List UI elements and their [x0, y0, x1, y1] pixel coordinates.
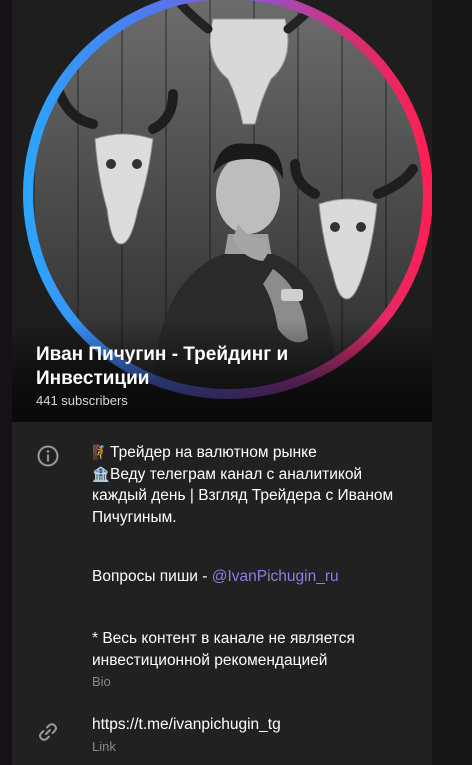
channel-title: Иван Пичугин - Трейдинг и Инвестиции [36, 343, 336, 391]
subscriber-count: 441 subscribers [36, 393, 128, 408]
bank-emoji-icon: 🏦 [92, 466, 110, 482]
background-right-strip [432, 0, 472, 765]
bio-line-2-text: Веду телеграм канал с аналитикой [110, 466, 363, 483]
bio-line-1: 🧗Трейдер на валютном рынке [92, 441, 317, 464]
username-mention-link[interactable]: @IvanPichugin_ru [212, 568, 339, 585]
bio-line-2: 🏦Веду телеграм канал с аналитикой [92, 463, 362, 486]
channel-link-url[interactable]: https://t.me/ivanpichugin_tg [92, 714, 281, 736]
bio-disclaimer-line-1: * Весь контент в канале не является [92, 630, 355, 647]
bio-disclaimer-line-2: инвестиционной рекомендацией [92, 652, 328, 669]
bio-questions-line: Вопросы пиши - @IvanPichugin_ru [92, 566, 339, 588]
bio-line-4: Пичугиным. [92, 509, 177, 526]
channel-title-line2: Инвестиции [36, 368, 150, 389]
info-section: 🧗Трейдер на валютном рынке 🏦Веду телегра… [12, 422, 432, 765]
link-label: Link [92, 739, 116, 754]
bio-questions-text: Вопросы пиши - [92, 568, 212, 585]
climber-emoji-icon: 🧗 [92, 444, 110, 460]
bio-line-3: каждый день | Взгляд Трейдера с Иваном [92, 487, 394, 504]
channel-header: Иван Пичугин - Трейдинг и Инвестиции 441… [12, 0, 432, 422]
info-icon [36, 444, 60, 468]
channel-info-panel: Иван Пичугин - Трейдинг и Инвестиции 441… [12, 0, 432, 765]
bio-label: Bio [92, 674, 111, 689]
bio-line-1-text: Трейдер на валютном рынке [110, 444, 317, 461]
link-icon [36, 720, 60, 744]
channel-title-line1: Иван Пичугин - Трейдинг и [36, 344, 289, 365]
background-left-strip [0, 0, 12, 765]
